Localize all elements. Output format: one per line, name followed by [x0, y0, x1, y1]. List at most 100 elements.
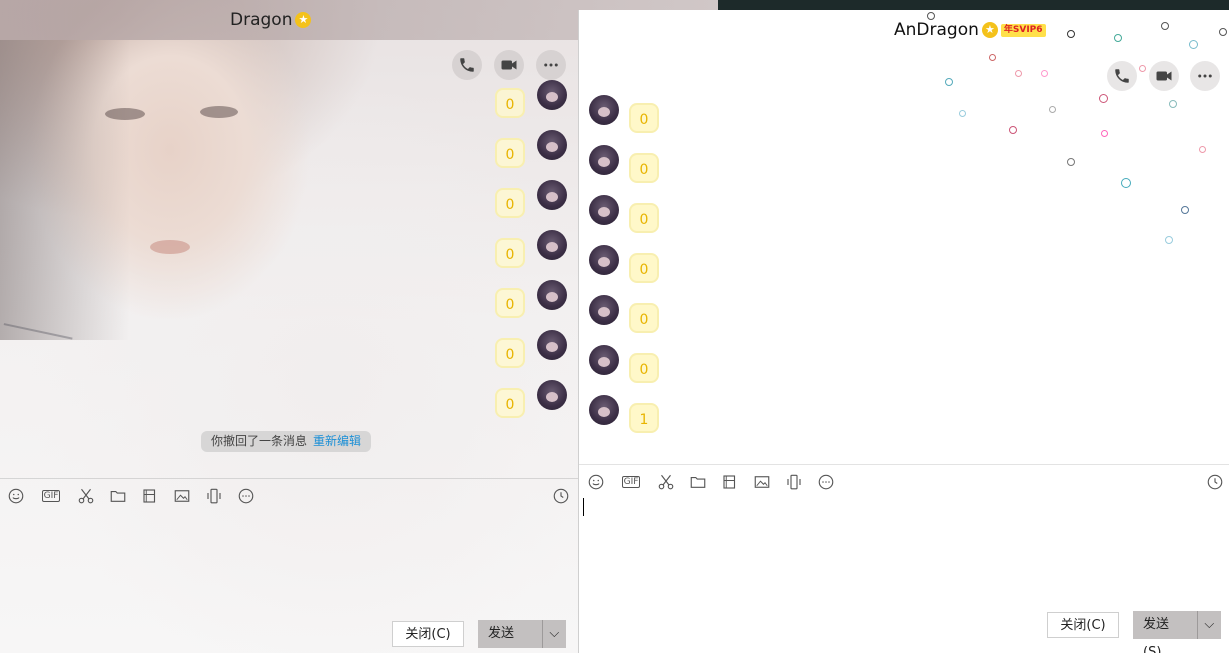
- decor-flower: [1219, 28, 1227, 36]
- video-call-button[interactable]: [1149, 61, 1179, 91]
- image-icon[interactable]: [752, 472, 772, 492]
- message-row: 0: [495, 130, 567, 170]
- message-bubble[interactable]: 0: [629, 353, 659, 383]
- message-row: 1: [589, 395, 664, 435]
- image-icon[interactable]: [172, 486, 192, 506]
- left-input-toolbar: GIF: [6, 486, 268, 506]
- phone-icon: [460, 58, 474, 72]
- message-bubble[interactable]: 0: [495, 188, 525, 218]
- message-row: 0: [495, 80, 567, 120]
- avatar[interactable]: [589, 195, 619, 225]
- decor-flower: [1041, 70, 1048, 77]
- right-input-toolbar: GIF: [586, 472, 848, 492]
- decor-flower: [1067, 158, 1075, 166]
- decor-flower: [1169, 100, 1177, 108]
- message-bubble[interactable]: 0: [495, 88, 525, 118]
- voice-call-button[interactable]: [1107, 61, 1137, 91]
- chevron-down-icon[interactable]: ⌵: [541, 620, 567, 648]
- vip-star-icon: ★: [295, 12, 312, 28]
- emoji-icon[interactable]: [6, 486, 26, 506]
- folder-icon[interactable]: [688, 472, 708, 492]
- avatar[interactable]: [589, 245, 619, 275]
- right-chat-title: AnDragon ★ 年SVIP6: [894, 20, 1046, 40]
- decor-flower: [1009, 126, 1017, 134]
- message-bubble[interactable]: 0: [629, 303, 659, 333]
- decor-flower: [1015, 70, 1022, 77]
- scissors-icon[interactable]: [656, 472, 676, 492]
- close-button[interactable]: 关闭(C): [1047, 612, 1119, 638]
- avatar[interactable]: [537, 280, 567, 310]
- decor-flower: [927, 12, 935, 20]
- avatar[interactable]: [537, 80, 567, 110]
- avatar[interactable]: [589, 345, 619, 375]
- avatar[interactable]: [589, 145, 619, 175]
- decor-flower: [1121, 178, 1131, 188]
- vip-star-icon: ★: [981, 22, 998, 38]
- send-button[interactable]: 发送(S) ⌵: [478, 620, 566, 648]
- input-divider: [0, 478, 578, 479]
- decor-flower: [1139, 65, 1146, 72]
- decor-flower: [1199, 146, 1206, 153]
- send-label: 发送(S): [1143, 617, 1170, 653]
- decor-flower: [945, 78, 953, 86]
- image-gallery-icon[interactable]: [140, 486, 160, 506]
- message-row: 0: [495, 280, 567, 320]
- avatar[interactable]: [589, 395, 619, 425]
- decor-flower: [1067, 30, 1075, 38]
- re-edit-link[interactable]: 重新编辑: [313, 434, 361, 448]
- voice-call-button[interactable]: [452, 50, 482, 80]
- avatar[interactable]: [537, 330, 567, 360]
- decor-flower: [1181, 206, 1189, 214]
- message-bubble[interactable]: 0: [495, 388, 525, 418]
- scissors-icon[interactable]: [76, 486, 96, 506]
- more-dots-icon: [1198, 74, 1212, 78]
- decor-flower: [1161, 22, 1169, 30]
- message-row: 0: [495, 180, 567, 220]
- message-bubble[interactable]: 0: [629, 203, 659, 233]
- avatar[interactable]: [589, 295, 619, 325]
- decor-flower: [1114, 34, 1122, 42]
- message-bubble[interactable]: 0: [629, 153, 659, 183]
- shake-icon[interactable]: [204, 486, 224, 506]
- more-icon[interactable]: [816, 472, 836, 492]
- decor-flower: [1101, 130, 1108, 137]
- decor-flower: [1099, 94, 1108, 103]
- message-bubble[interactable]: 0: [629, 103, 659, 133]
- left-chat-title: Dragon ★: [230, 10, 312, 30]
- more-options-button[interactable]: [536, 50, 566, 80]
- message-bubble[interactable]: 0: [629, 253, 659, 283]
- message-row: 0: [589, 95, 664, 135]
- more-options-button[interactable]: [1190, 61, 1220, 91]
- message-bubble[interactable]: 0: [495, 338, 525, 368]
- history-icon[interactable]: [1205, 472, 1225, 492]
- video-call-button[interactable]: [494, 50, 524, 80]
- chevron-down-icon[interactable]: ⌵: [1196, 611, 1222, 639]
- message-row: 0: [495, 230, 567, 270]
- message-row: 0: [589, 245, 664, 285]
- avatar[interactable]: [537, 230, 567, 260]
- message-bubble[interactable]: 0: [495, 138, 525, 168]
- avatar[interactable]: [537, 380, 567, 410]
- message-bubble[interactable]: 0: [495, 238, 525, 268]
- message-input[interactable]: [583, 498, 584, 516]
- video-camera-icon: [501, 60, 517, 70]
- right-chat-window: AnDragon ★ 年SVIP6 0 0 0 0 0 0 1 GIF 关闭(C…: [578, 10, 1229, 653]
- gif-icon[interactable]: GIF: [618, 472, 644, 492]
- more-icon[interactable]: [236, 486, 256, 506]
- history-icon[interactable]: [551, 486, 571, 506]
- emoji-icon[interactable]: [586, 472, 606, 492]
- avatar[interactable]: [537, 180, 567, 210]
- background-photo-eye: [105, 108, 145, 120]
- send-button[interactable]: 发送(S) ⌵: [1133, 611, 1222, 653]
- background-photo-eye: [200, 106, 238, 118]
- image-gallery-icon[interactable]: [720, 472, 740, 492]
- avatar[interactable]: [589, 95, 619, 125]
- shake-icon[interactable]: [784, 472, 804, 492]
- message-row: 0: [495, 330, 567, 370]
- message-bubble[interactable]: 0: [495, 288, 525, 318]
- gif-icon[interactable]: GIF: [38, 486, 64, 506]
- avatar[interactable]: [537, 130, 567, 160]
- message-bubble[interactable]: 1: [629, 403, 659, 433]
- close-button[interactable]: 关闭(C): [392, 621, 464, 647]
- folder-icon[interactable]: [108, 486, 128, 506]
